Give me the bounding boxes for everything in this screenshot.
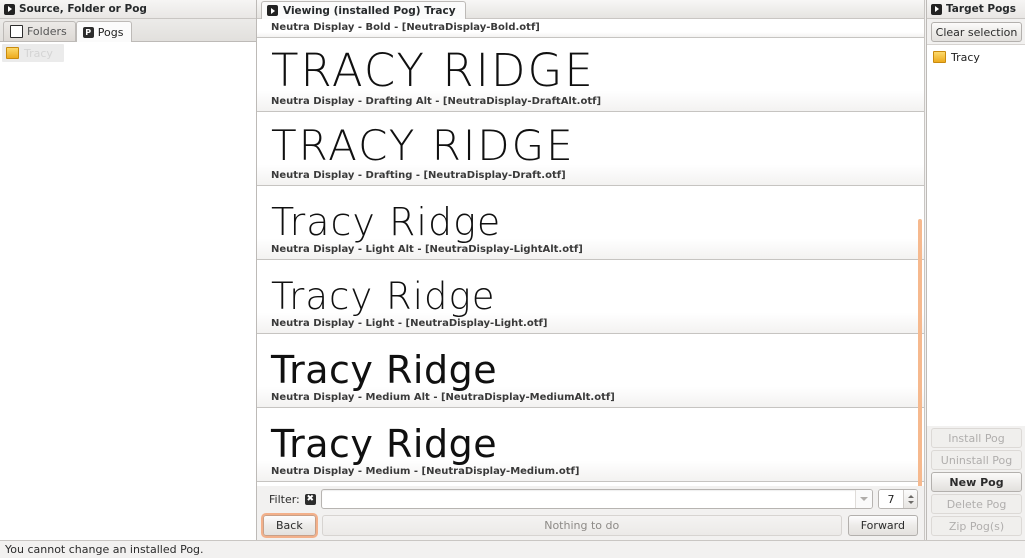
font-row[interactable]: Tracy Ridge Neutra Display - Light - [Ne…	[257, 260, 924, 334]
target-pogs-list[interactable]: Tracy	[927, 44, 1025, 426]
font-row-meta: Neutra Display - Drafting Alt - [NeutraD…	[271, 96, 602, 107]
arrow-box-icon	[267, 5, 278, 16]
folder-icon	[6, 47, 19, 59]
source-tabstrip: Folders P Pogs	[0, 19, 256, 42]
folder-icon	[933, 51, 946, 63]
source-panel-header: Source, Folder or Pog	[0, 0, 256, 19]
delete-pog-button[interactable]: Delete Pog	[931, 494, 1022, 514]
list-item[interactable]: Tracy	[2, 44, 64, 62]
font-row[interactable]: Tracy Ridge Neutra Display - Medium - [N…	[257, 408, 924, 482]
pog-icon: P	[82, 26, 94, 38]
viewing-panel-header: Viewing (installed Pog) Tracy	[257, 0, 925, 19]
forward-button[interactable]: Forward	[847, 514, 918, 536]
font-row-meta: Neutra Display - Bold - [NeutraDisplay-B…	[271, 22, 540, 33]
clear-filter-icon[interactable]: ✖	[304, 493, 316, 505]
font-sample-text: Tracy Ridge	[271, 200, 502, 244]
viewing-panel-title: Viewing (installed Pog) Tracy	[283, 4, 456, 17]
filter-label: Filter:	[269, 492, 300, 506]
source-panel-title: Source, Folder or Pog	[19, 3, 147, 15]
target-pogs-header: Target Pogs	[927, 0, 1025, 19]
font-row[interactable]: TRACY RIDGE Neutra Display - Drafting - …	[257, 112, 924, 186]
font-sample-text: Tracy Ridge	[271, 275, 496, 318]
list-item[interactable]: Tracy	[929, 48, 1025, 66]
filter-input[interactable]	[321, 490, 855, 508]
clear-selection-button[interactable]: Clear selection	[931, 22, 1022, 42]
filter-combobox[interactable]	[320, 489, 873, 509]
target-pogs-title: Target Pogs	[946, 3, 1017, 15]
font-row-meta: Neutra Display - Light - [NeutraDisplay-…	[271, 318, 548, 329]
back-button[interactable]: Back	[263, 514, 316, 536]
font-preview-list[interactable]: Neutra Display - Bold - [NeutraDisplay-B…	[257, 19, 925, 486]
new-pog-button[interactable]: New Pog	[931, 472, 1022, 492]
page-icon	[10, 25, 23, 38]
tab-folders-label: Folders	[27, 25, 67, 38]
target-pogs-panel: Target Pogs Clear selection Tracy Instal…	[926, 0, 1025, 540]
font-row-meta: Neutra Display - Light Alt - [NeutraDisp…	[271, 244, 583, 255]
app-window: Source, Folder or Pog Folders P Pogs Tra…	[0, 0, 1025, 558]
nav-status-label: Nothing to do	[321, 514, 842, 536]
viewing-panel: Viewing (installed Pog) Tracy Neutra Dis…	[257, 0, 925, 540]
arrow-box-icon	[4, 3, 15, 15]
font-sample-text: TRACY RIDGE	[271, 44, 595, 97]
chevron-down-icon[interactable]	[855, 490, 872, 508]
font-row[interactable]: Tracy Ridge Neutra Display - Light Alt -…	[257, 186, 924, 260]
tab-folders[interactable]: Folders	[3, 21, 76, 41]
font-row[interactable]: TRACY RIDGE Neutra Display - Drafting Al…	[257, 38, 924, 112]
count-spinner-value: 7	[879, 490, 903, 508]
list-item-label: Tracy	[951, 50, 980, 64]
font-sample-text: Tracy Ridge	[271, 348, 498, 392]
tab-pogs-label: Pogs	[97, 25, 124, 39]
font-row-meta: Neutra Display - Medium Alt - [NeutraDis…	[271, 392, 615, 403]
install-pog-button[interactable]: Install Pog	[931, 428, 1022, 448]
uninstall-pog-button[interactable]: Uninstall Pog	[931, 450, 1022, 470]
status-bar: You cannot change an installed Pog.	[0, 540, 1025, 558]
vertical-scrollbar[interactable]	[918, 219, 922, 486]
spinner-arrows-icon[interactable]	[903, 490, 917, 508]
font-row[interactable]: Neutra Display - Bold - [NeutraDisplay-B…	[257, 19, 924, 38]
font-row[interactable]: Tracy Ridge Neutra Display - Medium Alt …	[257, 334, 924, 408]
viewing-panel-title-tab: Viewing (installed Pog) Tracy	[261, 1, 466, 19]
filter-bar: Filter: ✖ 7	[257, 486, 925, 512]
font-row-meta: Neutra Display - Medium - [NeutraDisplay…	[271, 466, 580, 477]
font-sample-text: Tracy Ridge	[271, 422, 498, 466]
source-list[interactable]: Tracy	[0, 42, 256, 540]
count-spinner[interactable]: 7	[878, 489, 918, 509]
nav-bar: Back Nothing to do Forward	[257, 512, 925, 540]
zip-pogs-button[interactable]: Zip Pog(s)	[931, 516, 1022, 536]
source-panel: Source, Folder or Pog Folders P Pogs Tra…	[0, 0, 257, 540]
arrow-box-icon	[931, 3, 942, 15]
font-sample-text: TRACY RIDGE	[271, 121, 575, 170]
font-row-meta: Neutra Display - Drafting - [NeutraDispl…	[271, 170, 566, 181]
list-item-label: Tracy	[24, 46, 53, 60]
status-bar-message: You cannot change an installed Pog.	[5, 543, 204, 556]
target-pogs-actions: Install Pog Uninstall Pog New Pog Delete…	[927, 426, 1025, 540]
tab-pogs[interactable]: P Pogs	[75, 21, 133, 42]
